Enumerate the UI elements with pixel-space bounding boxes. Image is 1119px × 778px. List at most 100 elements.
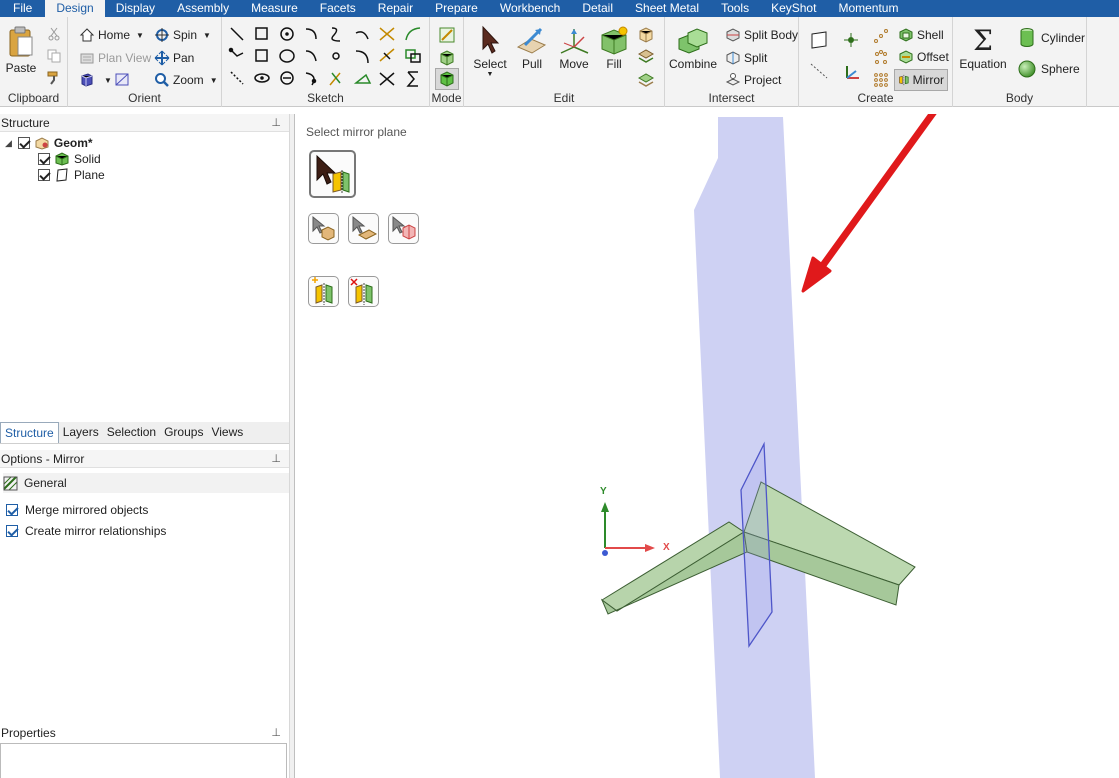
paste-button[interactable]: Paste xyxy=(4,25,38,75)
arc-icon[interactable] xyxy=(305,28,317,40)
offset-curve-icon[interactable] xyxy=(355,50,369,64)
bend-icon[interactable] xyxy=(329,72,341,86)
cut-icon[interactable] xyxy=(47,27,61,41)
plane-icon[interactable] xyxy=(809,30,829,50)
cylinder-button[interactable]: Cylinder xyxy=(1017,27,1085,49)
geom-visibility-checkbox[interactable] xyxy=(17,137,30,149)
combine-button[interactable]: Combine xyxy=(668,25,718,71)
menu-facets[interactable]: Facets xyxy=(309,0,367,17)
point-icon[interactable] xyxy=(332,52,340,60)
tangent-arc-icon[interactable] xyxy=(355,31,369,40)
spin-dropdown-icon[interactable]: ▼ xyxy=(203,31,211,40)
tree-root-geom[interactable]: ◢ Geom* xyxy=(5,136,93,150)
menu-tools[interactable]: Tools xyxy=(710,0,760,17)
tab-groups[interactable]: Groups xyxy=(160,422,207,443)
slot-icon[interactable] xyxy=(254,73,270,83)
view-cube-dropdown-icon[interactable]: ▼ xyxy=(104,76,112,85)
select-mirror-targets-tool[interactable] xyxy=(388,213,419,244)
tree-item-solid[interactable]: Solid xyxy=(38,152,101,166)
three-point-arc-icon[interactable] xyxy=(305,50,317,62)
replace-face-icon[interactable] xyxy=(637,26,655,44)
plan-view-button[interactable]: Plan View xyxy=(79,50,151,66)
project-button[interactable]: Project xyxy=(725,72,781,88)
menu-keyshot[interactable]: KeyShot xyxy=(760,0,827,17)
sphere-button[interactable]: Sphere xyxy=(1017,59,1080,79)
tweak-face-icon[interactable] xyxy=(637,48,655,66)
circular-pattern-icon[interactable] xyxy=(872,49,890,67)
blend-icon[interactable] xyxy=(637,70,655,88)
polyline-icon[interactable] xyxy=(228,47,244,57)
tab-selection[interactable]: Selection xyxy=(103,422,160,443)
select-faces-tool[interactable] xyxy=(348,213,379,244)
rounded-rect-icon[interactable] xyxy=(280,71,294,85)
view-projection-icon[interactable] xyxy=(114,72,132,88)
menu-prepare[interactable]: Prepare xyxy=(424,0,489,17)
ellipse-icon[interactable] xyxy=(279,49,295,63)
pull-button[interactable]: Pull xyxy=(512,25,552,71)
origin-icon[interactable] xyxy=(842,63,862,83)
zoom-dropdown-icon[interactable]: ▼ xyxy=(210,76,218,85)
project-to-sketch-icon[interactable] xyxy=(353,73,372,84)
menu-assembly[interactable]: Assembly xyxy=(166,0,240,17)
properties-pin-icon[interactable]: ⊥ xyxy=(271,724,281,742)
sweep-arc-icon[interactable] xyxy=(405,27,421,41)
line-icon[interactable] xyxy=(230,27,244,41)
spline-icon[interactable] xyxy=(331,27,341,42)
3d-viewport[interactable]: Y X Select mirror plane xyxy=(295,114,1119,778)
trim-icon[interactable] xyxy=(379,27,395,41)
select-bodies-tool[interactable] xyxy=(308,213,339,244)
move-button[interactable]: Move xyxy=(554,25,594,71)
pin-icon[interactable]: ⊥ xyxy=(271,114,281,132)
menu-momentum[interactable]: Momentum xyxy=(827,0,909,17)
construction-line-icon[interactable] xyxy=(230,71,244,85)
menu-measure[interactable]: Measure xyxy=(240,0,309,17)
split-curve-icon[interactable] xyxy=(379,72,395,86)
plane-visibility-checkbox[interactable] xyxy=(38,169,50,181)
menu-sheet-metal[interactable]: Sheet Metal xyxy=(624,0,710,17)
split-body-button[interactable]: Split Body xyxy=(725,27,798,43)
tab-views[interactable]: Views xyxy=(207,422,247,443)
shell-button[interactable]: Shell xyxy=(898,27,944,43)
select-button[interactable]: Select ▼ xyxy=(470,25,510,78)
mirror-relationships-option[interactable]: Create mirror relationships xyxy=(6,524,166,538)
sketch-mode-icon[interactable] xyxy=(438,26,456,44)
sigma-icon[interactable] xyxy=(406,71,418,87)
point-origin-icon[interactable] xyxy=(842,31,860,49)
home-dropdown-icon[interactable]: ▼ xyxy=(136,31,144,40)
fillet-icon[interactable] xyxy=(305,72,317,86)
linear-pattern-icon[interactable] xyxy=(872,27,890,45)
spin-button[interactable]: Spin ▼ xyxy=(154,27,211,43)
select-dropdown-icon[interactable]: ▼ xyxy=(470,71,510,78)
rectangle-icon[interactable] xyxy=(255,27,268,40)
mirror-relationships-checkbox[interactable] xyxy=(6,525,18,537)
zoom-button[interactable]: Zoom ▼ xyxy=(154,72,218,88)
select-mirror-plane-tool[interactable] xyxy=(309,150,356,198)
merge-mirrored-checkbox[interactable] xyxy=(6,504,18,516)
view-cube-button[interactable]: ▼ xyxy=(79,72,112,88)
home-button[interactable]: Home ▼ xyxy=(79,27,144,43)
tree-item-plane[interactable]: Plane xyxy=(38,168,105,182)
axis-icon[interactable] xyxy=(809,61,829,81)
solid-visibility-checkbox[interactable] xyxy=(38,153,50,165)
tab-layers[interactable]: Layers xyxy=(59,422,103,443)
menu-design[interactable]: Design xyxy=(45,0,105,17)
section-mode-icon[interactable] xyxy=(438,49,456,67)
tree-collapse-icon[interactable]: ◢ xyxy=(5,138,12,149)
mirror-plane-surface[interactable] xyxy=(694,117,815,778)
offset-rect-icon[interactable] xyxy=(405,49,421,63)
pan-button[interactable]: Pan xyxy=(154,50,194,66)
remove-mirror-relationship-tool[interactable] xyxy=(348,276,379,307)
mirror-button[interactable]: Mirror xyxy=(894,69,948,91)
menu-detail[interactable]: Detail xyxy=(571,0,624,17)
merge-mirrored-option[interactable]: Merge mirrored objects xyxy=(6,503,148,517)
options-pin-icon[interactable]: ⊥ xyxy=(271,450,281,468)
properties-area[interactable] xyxy=(0,743,287,778)
copy-icon[interactable] xyxy=(47,49,61,63)
menu-workbench[interactable]: Workbench xyxy=(489,0,571,17)
grid-pattern-icon[interactable] xyxy=(872,71,890,89)
menu-file[interactable]: File xyxy=(0,0,45,17)
circle-icon[interactable] xyxy=(280,27,294,41)
menu-repair[interactable]: Repair xyxy=(367,0,424,17)
polygon-icon[interactable] xyxy=(255,49,268,62)
fill-button[interactable]: Fill xyxy=(596,25,632,71)
